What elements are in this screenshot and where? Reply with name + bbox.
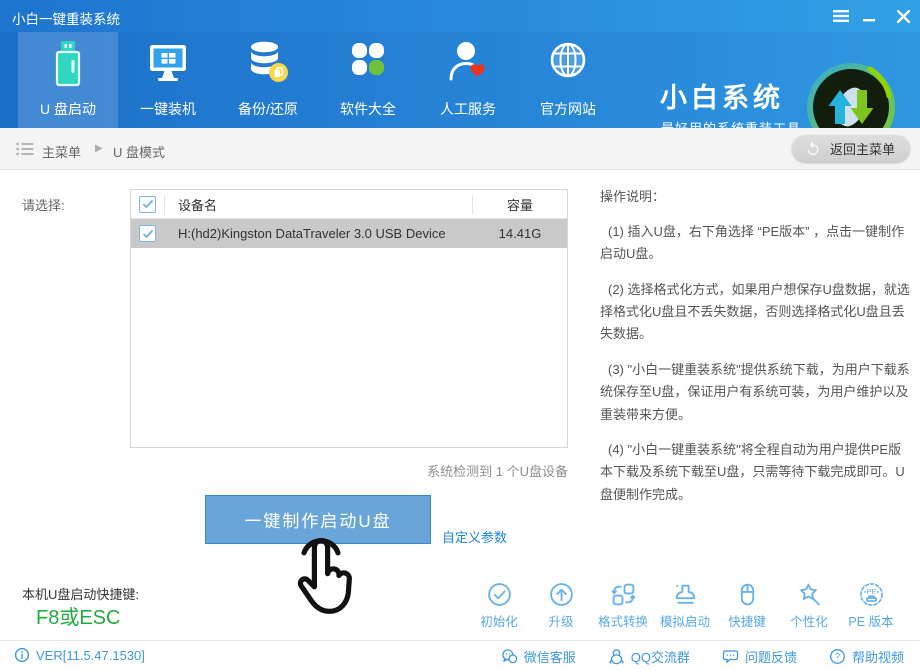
menu-list-icon xyxy=(16,142,34,161)
instruction-step: (3) "小白一键重装系统"提供系统下载，为用户下载系统保存至U盘，保证用户有系… xyxy=(600,359,914,426)
usb-drive-icon xyxy=(45,39,91,96)
instructions-title: 操作说明： xyxy=(600,186,914,205)
titlebar: 小白一键重装系统 xyxy=(0,0,920,32)
app-window: 小白一键重装系统 U 盘启动 xyxy=(0,0,920,670)
tool-upgrade[interactable]: 升级 xyxy=(534,581,588,630)
globe-icon xyxy=(545,39,591,92)
tool-format-convert[interactable]: 格式转换 xyxy=(596,581,650,630)
breadcrumb-root[interactable]: 主菜单 xyxy=(42,142,81,161)
breadcrumb: 主菜单 ▶ U 盘模式 返回主菜单 xyxy=(0,128,920,170)
simulate-boot-icon xyxy=(672,581,699,608)
pe-version-icon: PE xyxy=(858,581,885,608)
feedback-bubble-icon xyxy=(722,648,739,665)
nav-item-label: 人工服务 xyxy=(418,99,518,119)
device-table: 设备名 容量 H:(hd2)Kingston DataTraveler 3.0 … xyxy=(130,189,568,448)
nav-item-label: U 盘启动 xyxy=(18,99,118,119)
breadcrumb-arrow-icon: ▶ xyxy=(95,143,103,154)
qq-icon xyxy=(608,648,625,665)
nav-item-support[interactable]: 人工服务 xyxy=(418,32,518,128)
instruction-step: (4) "小白一键重装系统"将全程自动为用户提供PE版本下载及系统下载至U盘，只… xyxy=(600,439,914,506)
info-icon xyxy=(14,647,30,663)
wechat-icon xyxy=(501,648,518,665)
back-arrow-icon xyxy=(807,141,823,157)
custom-params-link[interactable]: 自定义参数 xyxy=(442,527,507,546)
tool-hotkey[interactable]: 快捷键 xyxy=(720,581,774,630)
make-boot-usb-button[interactable]: 一键制作启动U盘 xyxy=(205,495,431,544)
main-navbar: U 盘启动 一键装机 xyxy=(0,32,920,128)
tool-simulate-boot[interactable]: 模拟启动 xyxy=(658,581,712,630)
help-video-icon: ? xyxy=(829,648,846,665)
back-to-main-menu-button[interactable]: 返回主菜单 xyxy=(792,135,910,162)
usb-detect-status: 系统检测到 1 个U盘设备 xyxy=(130,461,568,480)
tool-init[interactable]: 初始化 xyxy=(472,581,526,630)
column-header-device-name: 设备名 xyxy=(164,195,472,214)
device-row[interactable]: H:(hd2)Kingston DataTraveler 3.0 USB Dev… xyxy=(131,219,567,248)
personalize-star-icon xyxy=(796,581,823,608)
select-label: 请选择: xyxy=(22,195,65,214)
nav-item-software[interactable]: 软件大全 xyxy=(318,32,418,128)
hamburger-menu-icon[interactable] xyxy=(832,8,850,24)
boot-hotkey-value: F8或ESC xyxy=(36,601,120,630)
statusbar: VER[11.5.47.1530] 微信客服 QQ交流群 xyxy=(0,640,920,670)
brand-name: 小白系统 xyxy=(660,76,784,115)
device-table-header: 设备名 容量 xyxy=(131,190,567,219)
qq-group-link[interactable]: QQ交流群 xyxy=(608,647,690,666)
main-content: 请选择: 设备名 容量 H:(hd2)Kingston DataTraveler… xyxy=(0,170,920,640)
nav-item-label: 一键装机 xyxy=(118,99,218,119)
close-icon[interactable] xyxy=(894,8,912,24)
support-person-icon xyxy=(445,39,491,92)
upgrade-arrow-icon xyxy=(548,581,575,608)
tool-pe-version[interactable]: PE PE 版本 xyxy=(844,581,898,630)
tools-row: 初始化 升级 格式转换 xyxy=(472,581,898,630)
tool-personalize[interactable]: 个性化 xyxy=(782,581,836,630)
back-button-label: 返回主菜单 xyxy=(830,139,895,158)
feedback-link[interactable]: 问题反馈 xyxy=(722,647,797,666)
svg-text:PE: PE xyxy=(866,587,876,596)
software-grid-icon xyxy=(345,39,391,92)
device-capacity: 14.41G xyxy=(472,226,567,241)
version-text: VER[11.5.47.1530] xyxy=(36,648,145,663)
device-row-checkbox[interactable] xyxy=(139,225,156,242)
svg-text:?: ? xyxy=(835,652,840,662)
nav-item-official-site[interactable]: 官方网站 xyxy=(518,32,618,128)
device-name: H:(hd2)Kingston DataTraveler 3.0 USB Dev… xyxy=(164,226,472,241)
help-video-link[interactable]: ? 帮助视频 xyxy=(829,647,904,666)
nav-item-label: 官方网站 xyxy=(518,99,618,119)
nav-item-one-key-install[interactable]: 一键装机 xyxy=(118,32,218,128)
breadcrumb-current: U 盘模式 xyxy=(113,142,165,161)
instruction-step: (2) 选择格式化方式，如果用户想保存U盘数据，就选择格式化U盘且不丢失数据，否… xyxy=(600,279,914,346)
hotkey-mouse-icon xyxy=(734,581,761,608)
nav-item-usb-boot[interactable]: U 盘启动 xyxy=(18,32,118,128)
nav-item-label: 软件大全 xyxy=(318,99,418,119)
select-all-checkbox[interactable] xyxy=(139,196,156,213)
minimize-icon[interactable] xyxy=(860,8,878,24)
instruction-step: (1) 插入U盘，右下角选择 “PE版本” ，点击一键制作启动U盘。 xyxy=(600,221,914,266)
wechat-support-link[interactable]: 微信客服 xyxy=(501,647,576,666)
nav-item-backup-restore[interactable]: 备份/还原 xyxy=(218,32,318,128)
init-check-icon xyxy=(486,581,513,608)
window-title: 小白一键重装系统 xyxy=(12,8,120,28)
column-header-capacity: 容量 xyxy=(472,195,567,214)
format-convert-icon xyxy=(610,581,637,608)
instructions-panel: 操作说明： (1) 插入U盘，右下角选择 “PE版本” ，点击一键制作启动U盘。… xyxy=(600,186,914,519)
nav-item-label: 备份/还原 xyxy=(218,99,318,119)
monitor-icon xyxy=(145,39,191,92)
backup-restore-icon xyxy=(245,39,291,92)
